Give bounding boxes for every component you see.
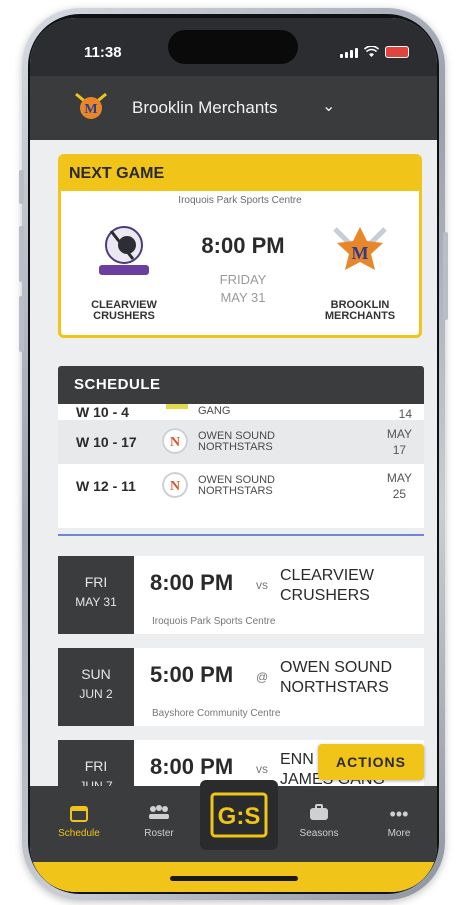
status-icons [340,46,409,58]
svg-text:N: N [170,435,180,450]
volume-down-button [19,226,24,282]
result-score: W 12 - 11 [76,478,136,494]
svg-text:M: M [352,243,369,263]
tab-roster-label: Roster [144,828,174,839]
game-dow: FRI [84,574,108,590]
gamesheet-logo-button[interactable]: G:S [200,780,278,850]
dynamic-island [168,30,298,64]
next-game-day: FRIDAY [219,272,267,287]
tab-seasons[interactable]: Seasons [286,804,352,839]
actions-button[interactable]: ACTIONS [318,744,424,780]
app-header: M Brooklin Merchants ⌄ [30,76,437,140]
merchants-logo-icon: M [333,227,387,270]
team-logo-icon: M [75,92,107,119]
result-opponent: OWEN SOUND NORTHSTARS [198,430,275,453]
bottom-tab-bar: Schedule Roster G:S Seasons ••• More [30,780,437,862]
calendar-icon [46,804,112,828]
tab-more[interactable]: ••• More [366,804,432,839]
game-time: 8:00 PM [150,570,234,595]
result-opponent: OWEN SOUND NORTHSTARS [198,474,275,497]
game-vs: vs [256,578,268,592]
game-opponent: OWEN SOUND NORTHSTARS [280,659,392,696]
result-row[interactable]: W 10 - 17 N OWEN SOUND NORTHSTARS MAY 17 [58,420,424,464]
next-game-card[interactable]: NEXT GAME Iroquois Park Sports Centre Cl… [58,154,422,338]
crushers-logo-icon [99,226,149,275]
result-date: MAY 17 [386,427,412,457]
game-date: JUN 2 [79,687,113,701]
status-time: 11:38 [84,44,122,61]
svg-text:N: N [170,479,180,494]
chevron-down-icon[interactable]: ⌄ [322,96,335,116]
next-game-info: 8:00 PM FRIDAY MAY 31 [189,233,297,307]
roster-icon [126,804,192,828]
schedule-divider [58,534,424,536]
game-venue: Bayshore Community Centre [152,708,281,719]
svg-text:M: M [84,102,97,117]
volume-up-button [19,170,24,204]
game-time: 5:00 PM [150,662,234,687]
game-venue: Iroquois Park Sports Centre [152,616,276,627]
tab-more-label: More [387,828,411,839]
game-date-box: FRI MAY 31 [58,556,134,634]
result-score: W 10 - 4 [76,404,129,420]
more-icon: ••• [389,804,409,824]
game-vs: vs [256,762,268,776]
game-time: 8:00 PM [150,754,234,779]
game-at: @ [256,670,269,684]
battery-icon [385,46,409,58]
seasons-icon [286,804,352,828]
game-opponent: CLEARVIEW CRUSHERS [280,567,374,604]
away-team: M Brooklin Merchants [305,221,415,322]
game-dow: SUN [81,666,111,682]
tab-schedule-label: Schedule [58,828,100,839]
game-date-box: SUN JUN 2 [58,648,134,726]
signal-icon [340,47,358,58]
next-game-time: 8:00 PM [201,233,285,258]
svg-text:G:S: G:S [218,803,261,830]
game-date: MAY 31 [75,595,117,609]
results-list[interactable]: W 10 - 4 GANG 14 W 10 - 17 N OWEN SOUND N… [58,404,424,528]
result-row[interactable]: W 12 - 11 N OWEN SOUND NORTHSTARS MAY 25 [58,464,424,508]
team-selector-label[interactable]: Brooklin Merchants [132,98,278,118]
next-game-date: MAY 31 [220,290,266,305]
game-card[interactable]: SUN JUN 2 5:00 PM @ OWEN SOUND NORTHSTARS… [58,648,424,726]
home-team-name: Clearview Crushers [91,299,157,322]
northstars-logo-icon: N [162,428,188,454]
northstars-logo-icon: N [162,472,188,498]
result-row[interactable]: W 10 - 4 GANG 14 [58,404,424,421]
away-team-name: Brooklin Merchants [324,299,396,322]
tab-schedule[interactable]: Schedule [46,804,112,839]
gamesheet-logo-icon: G:S [210,792,268,838]
gang-logo-icon [166,404,188,409]
wifi-icon [364,46,379,57]
status-bar: 11:38 [30,18,437,76]
result-score: W 10 - 17 [76,434,137,450]
home-team: Clearview Crushers [69,221,179,322]
schedule-heading: SCHEDULE [58,366,424,404]
home-indicator[interactable] [170,876,298,881]
tab-roster[interactable]: Roster [126,804,192,839]
app-screen: 11:38 M Brooklin Merchants ⌄ NEXT GAME I… [30,18,437,892]
power-button [443,232,448,320]
mute-switch [19,296,24,352]
result-date: MAY 25 [386,471,412,501]
next-game-venue: Iroquois Park Sports Centre [178,195,302,206]
game-card[interactable]: FRI MAY 31 8:00 PM vs CLEARVIEW CRUSHERS … [58,556,424,634]
next-game-heading: NEXT GAME [61,157,419,191]
result-opponent: GANG [198,405,231,417]
tab-seasons-label: Seasons [299,828,339,839]
game-dow: FRI [84,758,108,774]
